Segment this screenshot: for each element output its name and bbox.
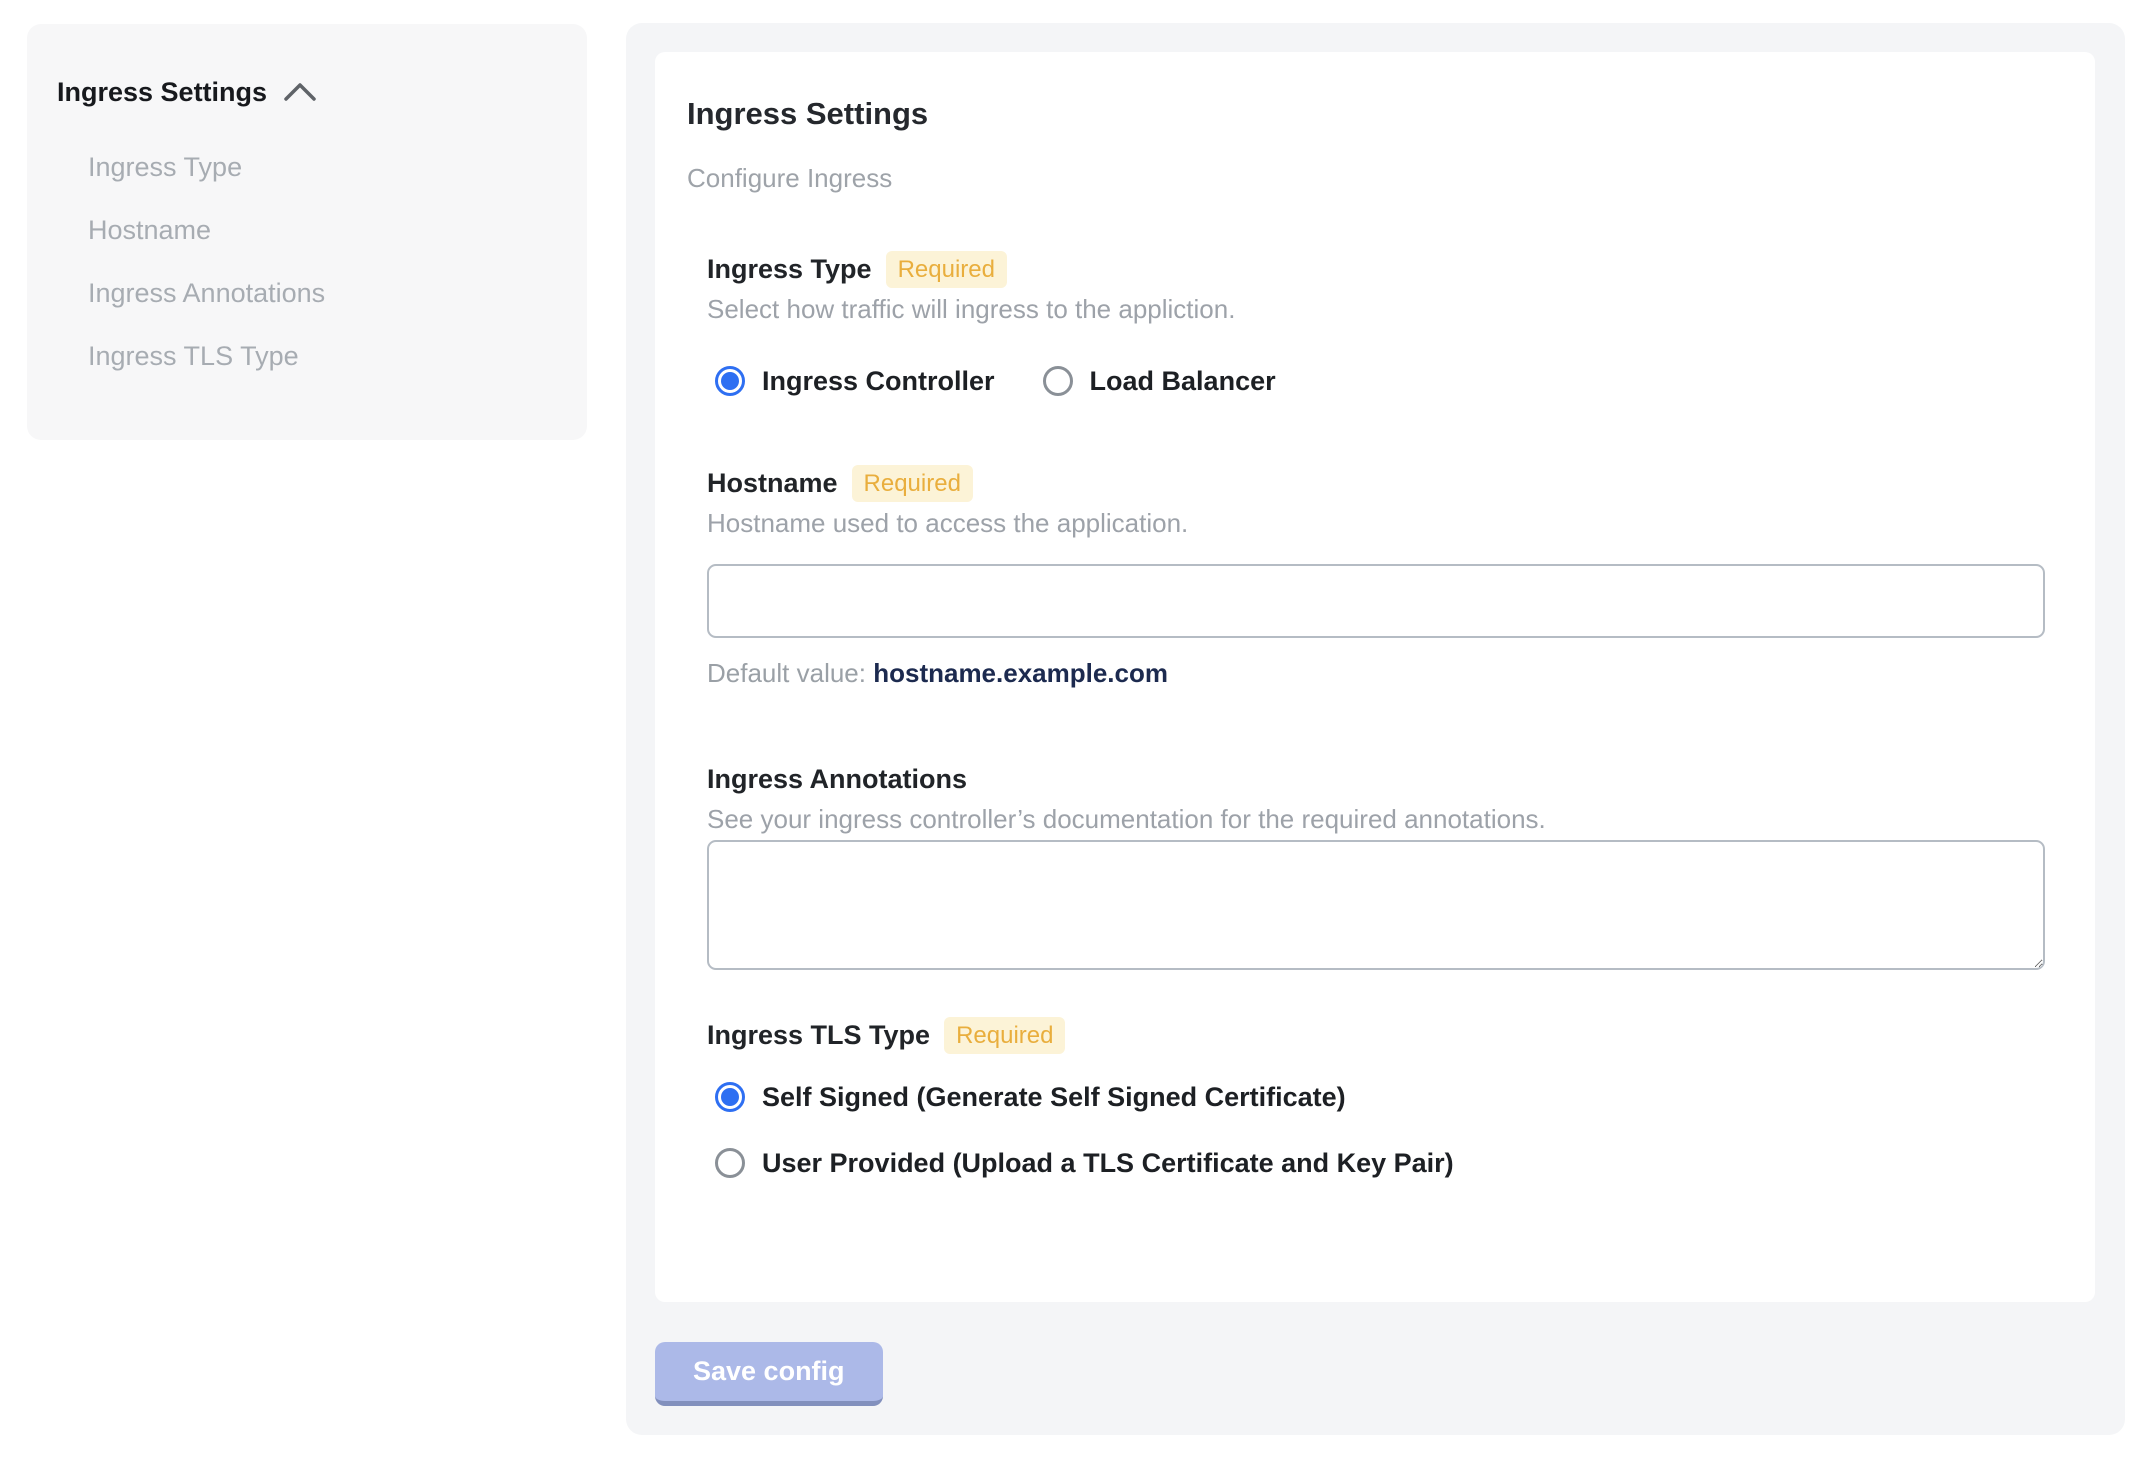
radio-label: User Provided (Upload a TLS Certificate … (762, 1148, 1454, 1178)
form-sections: Ingress Type Required Select how traffic… (707, 250, 2045, 1180)
nav-section-ingress-settings[interactable]: Ingress Settings (57, 76, 557, 108)
settings-content-panel: Ingress Settings Configure Ingress Ingre… (626, 23, 2125, 1435)
ingress-settings-card: Ingress Settings Configure Ingress Ingre… (655, 52, 2095, 1302)
app-screen: Ingress Settings Ingress Type Hostname I… (0, 0, 2156, 1474)
radio-label: Load Balancer (1089, 366, 1276, 396)
required-badge: Required (851, 464, 973, 502)
required-badge: Required (944, 1016, 1066, 1054)
sidebar-item-ingress-annotations[interactable]: Ingress Annotations (88, 278, 557, 308)
field-hostname: Hostname Required Hostname used to acces… (707, 464, 2045, 688)
hostname-default-line: Default value: hostname.example.com (707, 658, 2045, 688)
field-ingress-tls-type: Ingress TLS Type Required Self Signed (G… (707, 1016, 2045, 1180)
default-value-text: hostname.example.com (873, 658, 1168, 688)
ingress-annotations-label: Ingress Annotations (707, 764, 968, 794)
nav-section-title: Ingress Settings (57, 77, 268, 107)
sidebar-item-ingress-tls-type[interactable]: Ingress TLS Type (88, 341, 557, 371)
nav-items: Ingress Type Hostname Ingress Annotation… (88, 152, 557, 371)
sidebar-item-hostname[interactable]: Hostname (88, 215, 557, 245)
ingress-type-radio-group: Ingress Controller Load Balancer (715, 364, 2045, 398)
default-value-label: Default value: (707, 658, 874, 688)
page-title: Ingress Settings (687, 96, 929, 131)
radio-selected-icon[interactable] (715, 366, 745, 396)
settings-nav-panel: Ingress Settings Ingress Type Hostname I… (27, 24, 587, 440)
hostname-label-row: Hostname Required (707, 464, 2045, 502)
radio-option-user-provided[interactable]: User Provided (Upload a TLS Certificate … (715, 1146, 2045, 1180)
ingress-type-helper: Select how traffic will ingress to the a… (707, 294, 1236, 324)
hostname-input[interactable] (707, 564, 2045, 638)
chevron-up-icon (284, 83, 316, 101)
radio-selected-icon[interactable] (715, 1082, 745, 1112)
radio-option-load-balancer[interactable]: Load Balancer (1042, 364, 1276, 398)
radio-unselected-icon[interactable] (1042, 366, 1073, 396)
hostname-label: Hostname (707, 468, 838, 498)
page-subtitle: Configure Ingress (687, 163, 893, 193)
hostname-helper: Hostname used to access the application. (707, 508, 1189, 538)
ingress-tls-type-radio-group: Self Signed (Generate Self Signed Certif… (715, 1080, 2045, 1180)
radio-unselected-icon[interactable] (715, 1148, 745, 1178)
save-config-button[interactable]: Save config (655, 1342, 883, 1406)
radio-option-self-signed[interactable]: Self Signed (Generate Self Signed Certif… (715, 1080, 2045, 1114)
ingress-type-label-row: Ingress Type Required (707, 250, 2045, 288)
ingress-type-label: Ingress Type (707, 254, 872, 284)
ingress-annotations-textarea[interactable] (707, 840, 2045, 970)
ingress-annotations-helper: See your ingress controller’s documentat… (707, 804, 1546, 834)
field-ingress-annotations: Ingress Annotations See your ingress con… (707, 760, 2045, 970)
ingress-tls-type-label: Ingress TLS Type (707, 1020, 931, 1050)
ingress-annotations-label-row: Ingress Annotations (707, 760, 2045, 798)
required-badge: Required (885, 250, 1007, 288)
sidebar-item-ingress-type[interactable]: Ingress Type (88, 152, 557, 182)
radio-label: Ingress Controller (762, 366, 995, 396)
ingress-tls-type-label-row: Ingress TLS Type Required (707, 1016, 2045, 1054)
radio-label: Self Signed (Generate Self Signed Certif… (762, 1082, 1346, 1112)
field-ingress-type: Ingress Type Required Select how traffic… (707, 250, 2045, 398)
radio-option-ingress-controller[interactable]: Ingress Controller (715, 364, 995, 398)
